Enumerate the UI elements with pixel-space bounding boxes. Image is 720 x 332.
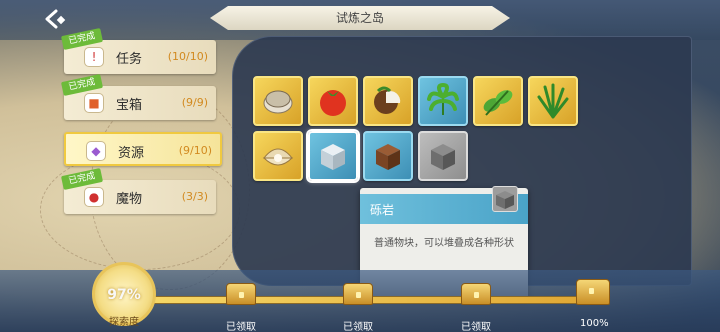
progress-label: 探索度 xyxy=(109,317,139,328)
tab-label: 资源 xyxy=(118,146,145,161)
reward-chest-1[interactable] xyxy=(226,283,256,305)
grass-icon xyxy=(537,83,569,119)
tab-tasks[interactable]: 已完成 ! 任务 (10/10) xyxy=(60,27,216,74)
reward-chest-4[interactable] xyxy=(576,279,610,305)
item-tomato[interactable] xyxy=(308,76,358,126)
palm-leaf-icon xyxy=(427,83,459,115)
tab-count: (9/9) xyxy=(181,96,208,109)
tab-count: (10/10) xyxy=(167,50,208,63)
reward-chest-3[interactable] xyxy=(461,283,491,305)
item-clam[interactable] xyxy=(253,76,303,126)
tooltip-item-name: 砾岩 xyxy=(370,203,395,217)
tab-count: (9/10) xyxy=(178,144,212,157)
tab-chests[interactable]: 已完成 ■ 宝箱 (9/9) xyxy=(60,73,216,120)
oyster-pearl-icon xyxy=(262,148,294,166)
tab-label: 魔物 xyxy=(116,192,143,207)
marble-block-icon xyxy=(321,144,345,170)
tab-label: 任务 xyxy=(116,52,143,67)
reward-chest-2[interactable] xyxy=(343,283,373,305)
item-grass[interactable] xyxy=(528,76,578,126)
tooltip-header: 砾岩 xyxy=(360,186,528,224)
item-gravel-block[interactable] xyxy=(418,131,468,181)
mint-leaf-icon xyxy=(483,90,513,116)
milestone-label: 已领取 xyxy=(226,322,256,332)
back-button[interactable] xyxy=(42,8,68,30)
item-mint-leaf[interactable] xyxy=(473,76,523,126)
progress-track xyxy=(150,296,610,304)
tab-count: (3/3) xyxy=(181,190,208,203)
scroll-icon: ! xyxy=(84,47,104,67)
milestone-label: 100% xyxy=(580,318,609,329)
monster-icon: ● xyxy=(84,187,104,207)
tab-label: 宝箱 xyxy=(116,98,143,113)
crystal-icon: ◆ xyxy=(86,141,106,161)
item-dirt-block[interactable] xyxy=(363,131,413,181)
item-coconut[interactable] xyxy=(363,76,413,126)
gravel-block-icon xyxy=(431,144,455,170)
tooltip-description: 普通物块，可以堆叠成各种形状 xyxy=(374,238,514,249)
item-marble-block[interactable] xyxy=(308,131,358,181)
tab-resources[interactable]: ◆ 资源 (9/10) xyxy=(64,132,222,166)
page-title: 试炼之岛 xyxy=(210,6,510,30)
chest-icon: ■ xyxy=(84,93,104,113)
dirt-block-icon xyxy=(376,144,400,170)
milestone-label: 已领取 xyxy=(343,322,373,332)
progress-fill xyxy=(151,297,596,303)
milestone-label: 已领取 xyxy=(461,322,491,332)
exploration-progress: 97% 探索度 xyxy=(92,262,156,328)
item-oyster-pearl[interactable] xyxy=(253,131,303,181)
tomato-icon xyxy=(320,90,346,116)
coconut-icon xyxy=(374,86,401,114)
tab-monsters[interactable]: 已完成 ● 魔物 (3/3) xyxy=(60,167,216,214)
clam-icon xyxy=(263,90,293,114)
gravel-block-icon xyxy=(492,186,518,212)
back-arrow-icon xyxy=(45,9,66,29)
item-palm-leaf[interactable] xyxy=(418,76,468,126)
progress-value: 97% xyxy=(107,287,141,303)
